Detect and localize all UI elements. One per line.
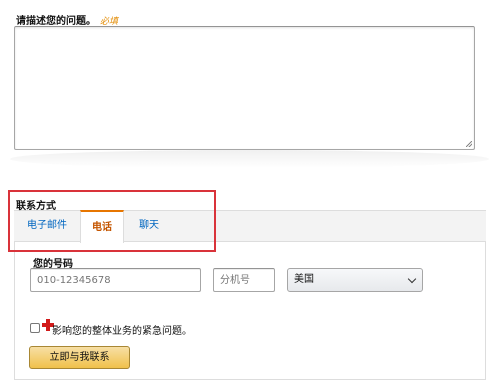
country-select[interactable]: 美国	[287, 268, 423, 292]
question-textarea[interactable]	[14, 26, 475, 150]
resize-grip-icon[interactable]	[466, 141, 472, 147]
tab-chat[interactable]: 聊天	[124, 210, 174, 242]
support-contact-form: 请描述您的问题。必填 联系方式 电子邮件 电话 聊天 您的号码 美国 影响您的整…	[0, 0, 499, 387]
tab-phone[interactable]: 电话	[80, 210, 124, 243]
section-divider-shadow	[10, 150, 489, 168]
contact-me-now-button[interactable]: 立即与我联系	[29, 346, 130, 369]
urgent-issue-label: 影响您的整体业务的紧急问题。	[52, 326, 192, 337]
country-select-value: 美国	[294, 274, 314, 285]
extension-input[interactable]	[213, 268, 275, 292]
chevron-down-icon	[407, 274, 417, 284]
question-label: 请描述您的问题。 必填	[16, 12, 118, 27]
urgent-issue-checkbox[interactable]	[30, 323, 40, 333]
phone-number-input[interactable]	[30, 268, 201, 292]
tab-email[interactable]: 电子邮件	[14, 210, 80, 242]
